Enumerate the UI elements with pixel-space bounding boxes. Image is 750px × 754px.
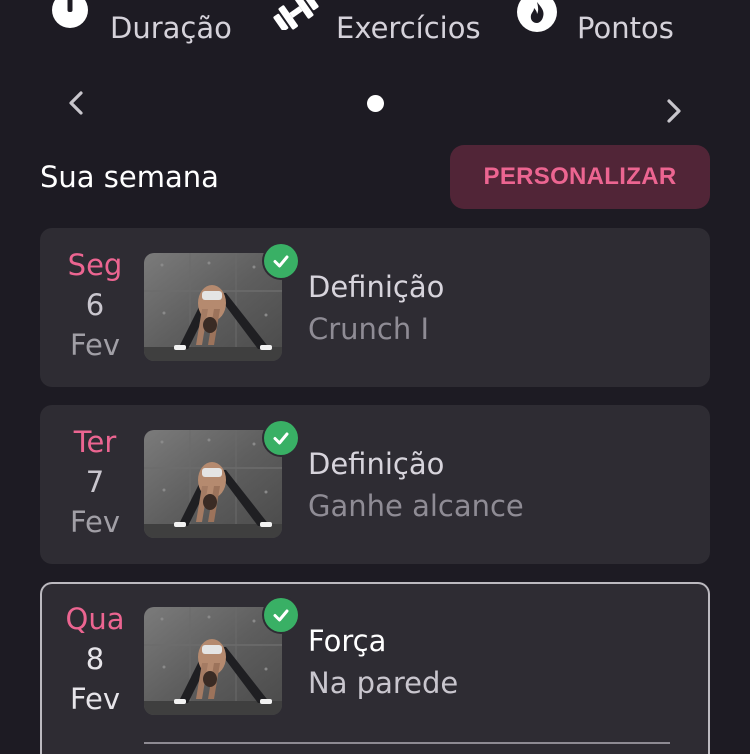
- workout-title: Definição: [308, 447, 445, 481]
- chevron-right-icon[interactable]: [658, 96, 688, 126]
- date-column: Seg 6 Fev: [40, 245, 150, 365]
- date-weekday: Seg: [67, 248, 123, 282]
- date-day: 7: [85, 465, 105, 499]
- workout-thumbnail: [144, 430, 282, 538]
- date-month: Fev: [69, 328, 121, 362]
- chevron-left-icon[interactable]: [62, 88, 92, 118]
- date-month: Fev: [69, 505, 121, 539]
- workout-subtitle: Na parede: [308, 666, 459, 700]
- stat-label-duration: Duração: [110, 11, 232, 45]
- workout-thumbnail: [144, 607, 282, 715]
- dumbbell-icon: [273, 0, 319, 30]
- stat-label-points: Pontos: [577, 11, 674, 45]
- date-day: 6: [85, 288, 105, 322]
- completed-check-icon: [262, 596, 300, 634]
- section-title: Sua semana: [40, 160, 219, 194]
- workout-subtitle: Crunch I: [308, 312, 430, 346]
- completed-check-icon: [262, 419, 300, 457]
- day-card-ter[interactable]: Ter 7 Fev Definição Ganhe alcance: [40, 405, 710, 564]
- pager-dot: [367, 95, 384, 112]
- workout-title: Força: [308, 624, 387, 658]
- date-weekday: Ter: [73, 425, 117, 459]
- date-day: 8: [85, 642, 105, 676]
- date-weekday: Qua: [65, 602, 125, 636]
- day-card-seg[interactable]: Seg 6 Fev Definição Crunch I: [40, 228, 710, 387]
- date-month: Fev: [69, 682, 121, 716]
- date-column: Ter 7 Fev: [40, 422, 150, 542]
- date-column: Qua 8 Fev: [40, 599, 150, 719]
- flame-icon: [517, 0, 557, 32]
- workout-subtitle: Ganhe alcance: [308, 489, 524, 523]
- day-card-qua[interactable]: Qua 8 Fev Força Na parede: [40, 582, 710, 754]
- workout-title: Definição: [308, 270, 445, 304]
- customize-button[interactable]: PERSONALIZAR: [450, 145, 710, 209]
- workout-thumbnail: [144, 253, 282, 361]
- card-divider: [144, 742, 670, 744]
- stat-label-exercises: Exercícios: [336, 11, 481, 45]
- completed-check-icon: [262, 242, 300, 280]
- clock-icon: [52, 0, 88, 28]
